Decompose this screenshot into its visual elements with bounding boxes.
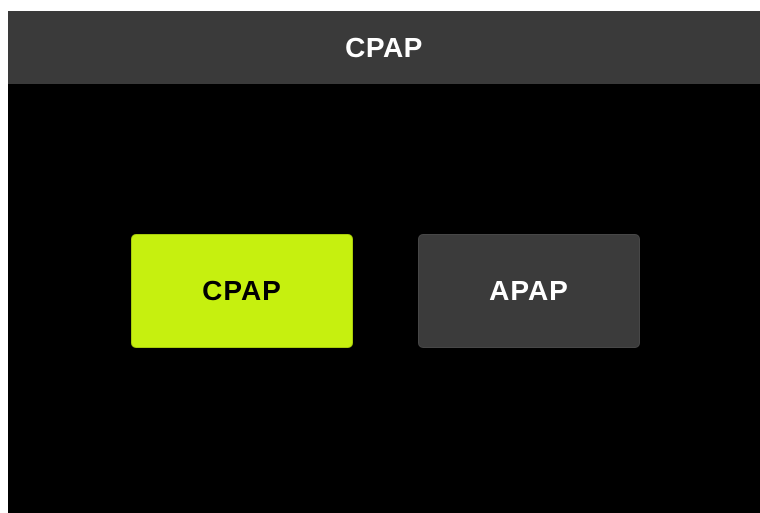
apap-mode-button[interactable]: APAP: [418, 234, 640, 348]
device-screen: CPAP CPAP APAP: [8, 11, 760, 513]
apap-mode-label: APAP: [489, 275, 569, 306]
cpap-mode-label: CPAP: [202, 275, 282, 306]
title-bar: CPAP: [8, 11, 760, 84]
page-title: CPAP: [345, 31, 423, 63]
cpap-mode-button[interactable]: CPAP: [131, 234, 353, 348]
